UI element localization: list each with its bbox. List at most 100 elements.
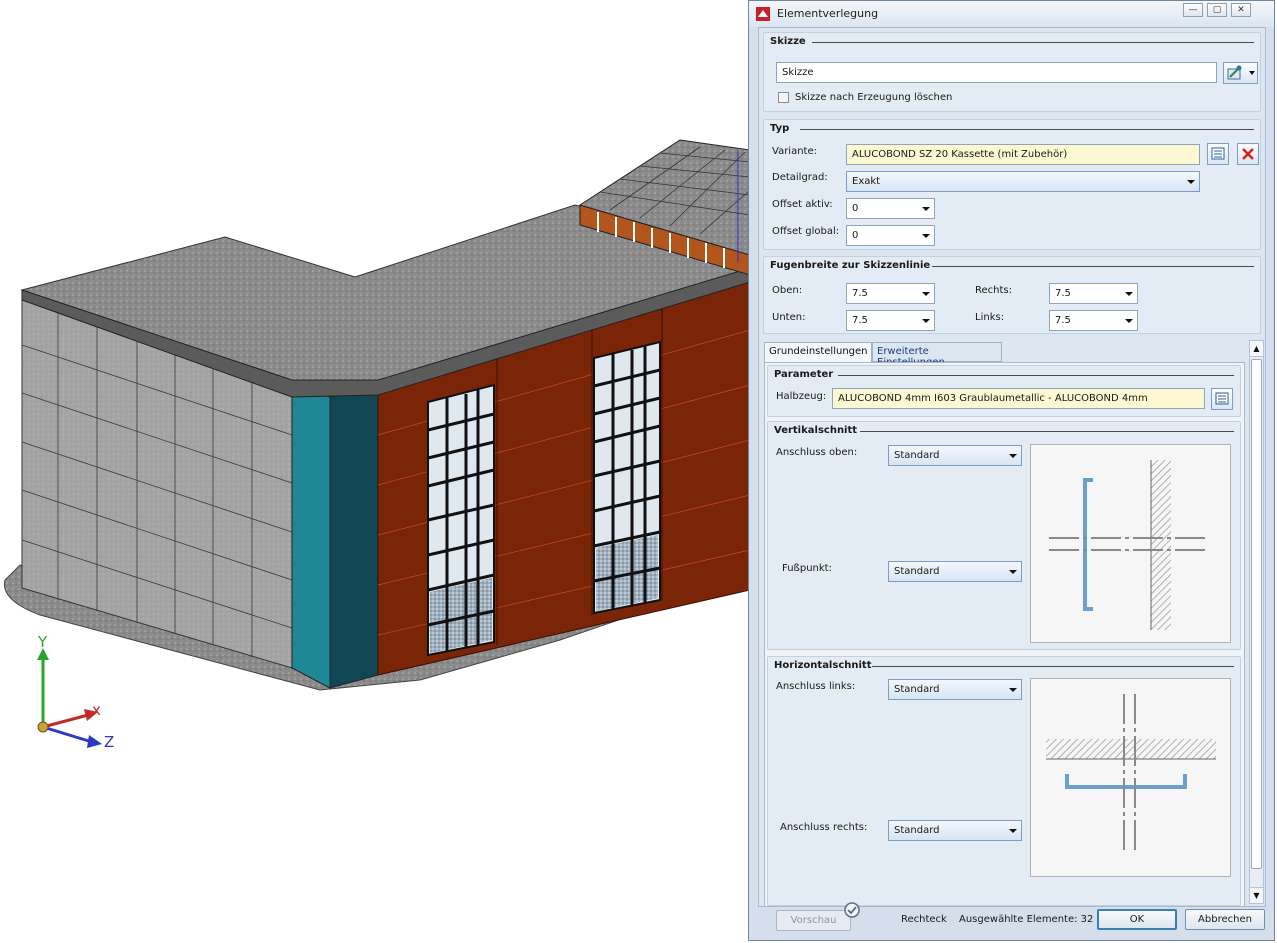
chevron-down-icon (1009, 570, 1017, 574)
fusspunkt-value: Standard (894, 566, 940, 577)
variante-clear-button[interactable] (1237, 143, 1259, 165)
tab-erweiterte-einstellungen[interactable]: Erweiterte Einstellungen (872, 342, 1002, 368)
pick-sketch-button[interactable] (1223, 62, 1258, 84)
fuge-unten-label: Unten: (772, 312, 806, 323)
offset-aktiv-select[interactable]: 0 (846, 198, 935, 219)
vertikalschnitt-heading: Vertikalschnitt (774, 425, 858, 436)
halbzeug-label: Halbzeug: (776, 391, 827, 402)
variante-field[interactable]: ALUCOBOND SZ 20 Kassette (mit Zubehör) (846, 144, 1200, 165)
chevron-down-icon (922, 319, 930, 323)
axis-gizmo-icon: Y x Z (37, 633, 114, 751)
fugenbreite-heading: Fugenbreite zur Skizzenlinie (770, 260, 931, 271)
typ-group: Typ Variante: ALUCOBOND SZ 20 Kassette (… (763, 119, 1261, 250)
delete-sketch-label: Skizze nach Erzeugung löschen (795, 92, 953, 103)
fuge-oben-label: Oben: (772, 285, 803, 296)
fusspunkt-select[interactable]: Standard (888, 561, 1022, 582)
close-button[interactable]: ✕ (1231, 3, 1251, 17)
scroll-down-icon[interactable]: ▼ (1250, 887, 1263, 903)
preview-check-icon (844, 902, 860, 918)
fuge-rechts-value: 7.5 (1055, 288, 1071, 299)
parameter-group: Parameter Halbzeug: ALUCOBOND 4mm I603 G… (767, 365, 1241, 417)
ok-button[interactable]: OK (1097, 909, 1177, 930)
delete-x-icon (1242, 148, 1254, 160)
scroll-thumb[interactable] (1251, 359, 1262, 869)
minimize-button[interactable]: — (1183, 3, 1203, 17)
fuge-rechts-select[interactable]: 7.5 (1049, 283, 1138, 304)
halbzeug-field[interactable]: ALUCOBOND 4mm I603 Graublaumetallic - AL… (832, 388, 1205, 409)
scroll-up-icon[interactable]: ▲ (1250, 341, 1263, 357)
elementverlegung-dialog: Elementverlegung — ▢ ✕ Skizze Skizze Ski… (748, 0, 1275, 941)
delete-sketch-checkbox[interactable] (778, 92, 789, 103)
horizontalschnitt-preview (1030, 678, 1231, 877)
skizze-field[interactable]: Skizze (776, 62, 1217, 83)
3d-viewport[interactable]: Y x Z (0, 0, 750, 943)
cancel-button[interactable]: Abbrechen (1185, 909, 1265, 930)
fuge-links-label: Links: (975, 312, 1005, 323)
axis-y-label: Y (37, 633, 48, 651)
dialog-title: Elementverlegung (777, 7, 879, 20)
variante-catalog-button[interactable] (1207, 143, 1229, 165)
anschluss-links-label: Anschluss links: (776, 681, 856, 692)
fuge-oben-value: 7.5 (852, 288, 868, 299)
catalog-icon (1211, 147, 1225, 160)
offset-aktiv-label: Offset aktiv: (772, 199, 833, 210)
offset-global-select[interactable]: 0 (846, 225, 935, 246)
dialog-body: Skizze Skizze Skizze nach Erzeugung lösc… (758, 27, 1266, 907)
horizontalschnitt-heading: Horizontalschnitt (774, 660, 872, 671)
catalog-icon (1215, 392, 1229, 405)
offset-global-label: Offset global: (772, 226, 840, 237)
parameter-heading: Parameter (774, 369, 834, 380)
detailgrad-label: Detailgrad: (772, 172, 828, 183)
chevron-down-icon (922, 234, 930, 238)
chevron-down-icon (1009, 454, 1017, 458)
anschluss-links-select[interactable]: Standard (888, 679, 1022, 700)
pick-sketch-icon (1227, 65, 1242, 80)
chevron-down-icon (1009, 688, 1017, 692)
tab-panel-grundeinstellungen: Parameter Halbzeug: ALUCOBOND 4mm I603 G… (764, 362, 1245, 906)
fusspunkt-label: Fußpunkt: (782, 563, 832, 574)
axis-z-label: Z (104, 733, 114, 751)
offset-aktiv-value: 0 (852, 203, 859, 214)
chevron-down-icon (1249, 71, 1255, 75)
settings-scrollbar[interactable]: ▲ ▼ (1249, 340, 1264, 904)
fuge-rechts-label: Rechts: (975, 285, 1012, 296)
fugenbreite-group: Fugenbreite zur Skizzenlinie Oben: 7.5 R… (763, 256, 1261, 334)
chevron-down-icon (1125, 319, 1133, 323)
vertikalschnitt-group: Vertikalschnitt Anschluss oben: Standard… (767, 421, 1241, 650)
chevron-down-icon (1125, 292, 1133, 296)
detailgrad-value: Exakt (852, 176, 881, 187)
halbzeug-catalog-button[interactable] (1211, 388, 1233, 410)
chevron-down-icon (1009, 829, 1017, 833)
vertikalschnitt-preview (1030, 444, 1231, 643)
fuge-oben-select[interactable]: 7.5 (846, 283, 935, 304)
anschluss-rechts-label: Anschluss rechts: (780, 822, 868, 833)
selection-mode-text: Rechteck (901, 914, 947, 925)
dialog-footer: Vorschau Rechteck Ausgewählte Elemente: … (749, 902, 1274, 942)
typ-heading: Typ (770, 123, 790, 134)
fuge-unten-value: 7.5 (852, 315, 868, 326)
fuge-unten-select[interactable]: 7.5 (846, 310, 935, 331)
axis-x-label: x (92, 701, 101, 719)
chevron-down-icon (922, 292, 930, 296)
anschluss-links-value: Standard (894, 684, 940, 695)
horizontalschnitt-group: Horizontalschnitt Anschluss links: Stand… (767, 656, 1241, 906)
preview-button[interactable]: Vorschau (776, 910, 851, 931)
chevron-down-icon (1187, 180, 1195, 184)
selected-elements-text: Ausgewählte Elemente: 32 (959, 914, 1094, 925)
fuge-links-value: 7.5 (1055, 315, 1071, 326)
skizze-group: Skizze Skizze Skizze nach Erzeugung lösc… (763, 32, 1261, 112)
detailgrad-select[interactable]: Exakt (846, 171, 1200, 192)
chevron-down-icon (922, 207, 930, 211)
dialog-titlebar[interactable]: Elementverlegung — ▢ ✕ (749, 1, 1274, 27)
variante-label: Variante: (772, 146, 817, 157)
offset-global-value: 0 (852, 230, 859, 241)
building-model (3, 139, 750, 691)
app-logo-icon (756, 7, 770, 21)
anschluss-rechts-select[interactable]: Standard (888, 820, 1022, 841)
anschluss-rechts-value: Standard (894, 825, 940, 836)
anschluss-oben-select[interactable]: Standard (888, 445, 1022, 466)
restore-button[interactable]: ▢ (1207, 3, 1227, 17)
tab-grundeinstellungen[interactable]: Grundeinstellungen (764, 342, 872, 363)
fuge-links-select[interactable]: 7.5 (1049, 310, 1138, 331)
horizontalschnitt-diagram-icon (1046, 694, 1216, 851)
